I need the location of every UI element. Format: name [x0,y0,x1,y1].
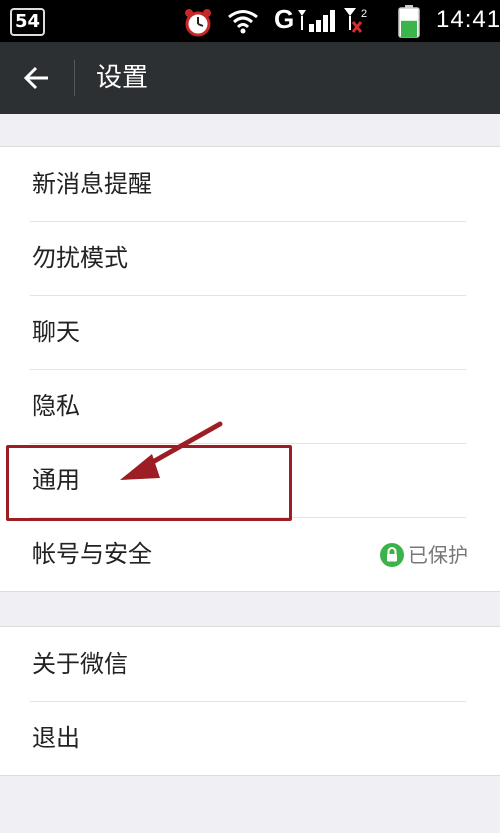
menu-item-privacy[interactable]: 隐私 [0,369,500,443]
settings-group-secondary: 关于微信 退出 [0,626,500,776]
menu-item-label: 退出 [32,724,80,752]
network-type-label: G [274,4,295,34]
app-bar-divider [74,60,75,96]
settings-group-main: 新消息提醒 勿扰模式 聊天 隐私 通用 帐号与安全 已保护 [0,146,500,592]
menu-item-general[interactable]: 通用 [0,443,500,517]
lock-icon [380,543,404,567]
clock-time: 14:41 [436,6,500,33]
menu-item-do-not-disturb[interactable]: 勿扰模式 [0,221,500,295]
signal-icon [298,10,335,32]
menu-item-label: 帐号与安全 [32,540,152,568]
menu-item-label: 新消息提醒 [32,170,152,198]
menu-item-label: 通用 [32,466,80,494]
signal-sim2-label: 2 [361,8,367,20]
status-text: 已保护 [408,543,468,567]
menu-item-new-message-alerts[interactable]: 新消息提醒 [0,147,500,221]
back-arrow-icon [24,66,48,90]
app-bar: 设置 [0,42,500,114]
wifi-icon [228,10,258,34]
status-bar: 54 G 2 14:41 [0,0,500,42]
menu-item-label: 关于微信 [32,650,128,678]
notification-count-badge: 54 [10,8,46,36]
menu-item-label: 聊天 [32,318,80,346]
account-protected-status: 已保护 [380,541,468,569]
menu-item-label: 隐私 [32,392,80,420]
menu-item-label: 勿扰模式 [32,244,128,272]
page-title: 设置 [96,63,149,93]
menu-item-about-wechat[interactable]: 关于微信 [0,627,500,701]
signal-no-service-icon: 2 [344,8,367,33]
menu-item-account-security[interactable]: 帐号与安全 已保护 [0,517,500,591]
back-button[interactable] [14,56,60,100]
menu-item-logout[interactable]: 退出 [0,701,500,775]
menu-item-chat[interactable]: 聊天 [0,295,500,369]
alarm-clock-icon [185,9,211,37]
battery-icon [398,5,420,38]
